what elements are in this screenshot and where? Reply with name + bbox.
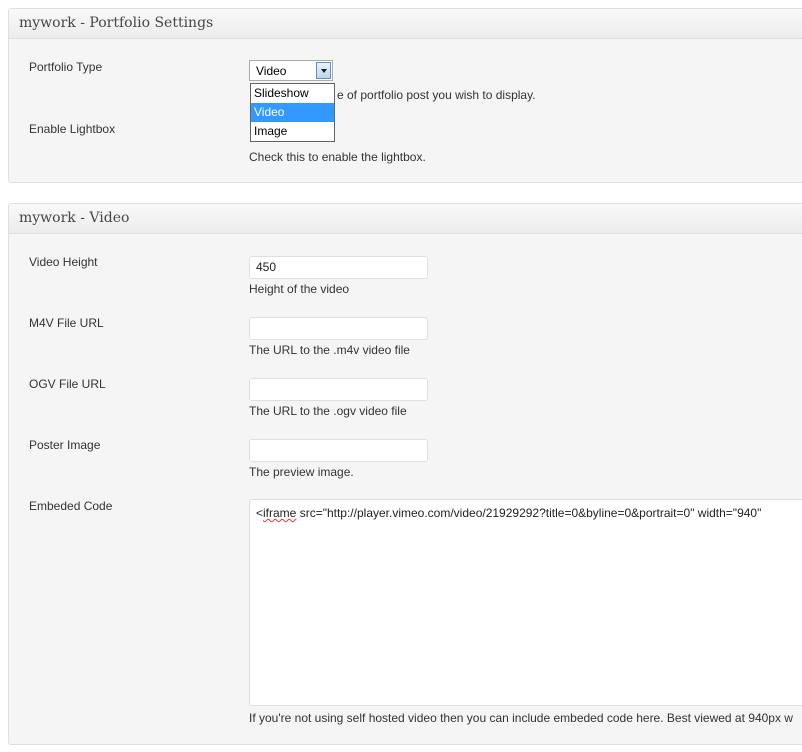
chevron-down-icon [320, 68, 327, 73]
portfolio-type-selected-value: Video [256, 64, 287, 78]
m4v-url-description: The URL to the .m4v video file [249, 343, 410, 357]
embed-code-text-rest: src="http://player.vimeo.com/video/21929… [296, 506, 762, 520]
embed-code-misspelled-word: iframe [263, 506, 297, 520]
portfolio-type-description: e of portfolio post you wish to display. [337, 88, 536, 102]
poster-image-description: The preview image. [249, 465, 354, 479]
option-slideshow[interactable]: Slideshow [251, 84, 334, 103]
m4v-url-input[interactable] [249, 317, 428, 340]
video-height-label: Video Height [29, 255, 98, 269]
m4v-url-label: M4V File URL [29, 316, 104, 330]
video-height-input[interactable]: 450 [249, 256, 428, 279]
option-image[interactable]: Image [251, 122, 334, 141]
embed-code-description: If you're not using self hosted video th… [249, 711, 793, 725]
portfolio-type-dropdown-list: Slideshow Video Image [250, 83, 335, 142]
option-video[interactable]: Video [251, 103, 334, 122]
embed-code-text-prefix: < [256, 506, 264, 520]
enable-lightbox-description: Check this to enable the lightbox. [249, 150, 426, 164]
portfolio-type-label: Portfolio Type [29, 60, 103, 74]
ogv-url-label: OGV File URL [29, 377, 106, 391]
portfolio-settings-title: mywork - Portfolio Settings [9, 9, 802, 39]
ogv-url-description: The URL to the .ogv video file [249, 404, 407, 418]
embed-code-label: Embeded Code [29, 499, 113, 513]
video-settings-title: mywork - Video [9, 204, 802, 234]
portfolio-type-select[interactable]: Video [249, 60, 333, 81]
embed-code-textarea[interactable]: <iframe src="http://player.vimeo.com/vid… [249, 499, 802, 706]
ogv-url-input[interactable] [249, 378, 428, 401]
enable-lightbox-label: Enable Lightbox [29, 122, 116, 136]
poster-image-input[interactable] [249, 439, 428, 462]
video-settings-box: mywork - Video Video Height 450 Height o… [8, 203, 802, 745]
poster-image-label: Poster Image [29, 438, 101, 452]
video-height-description: Height of the video [249, 282, 350, 296]
portfolio-settings-box: mywork - Portfolio Settings Portfolio Ty… [8, 8, 802, 183]
dropdown-button[interactable] [316, 62, 331, 79]
